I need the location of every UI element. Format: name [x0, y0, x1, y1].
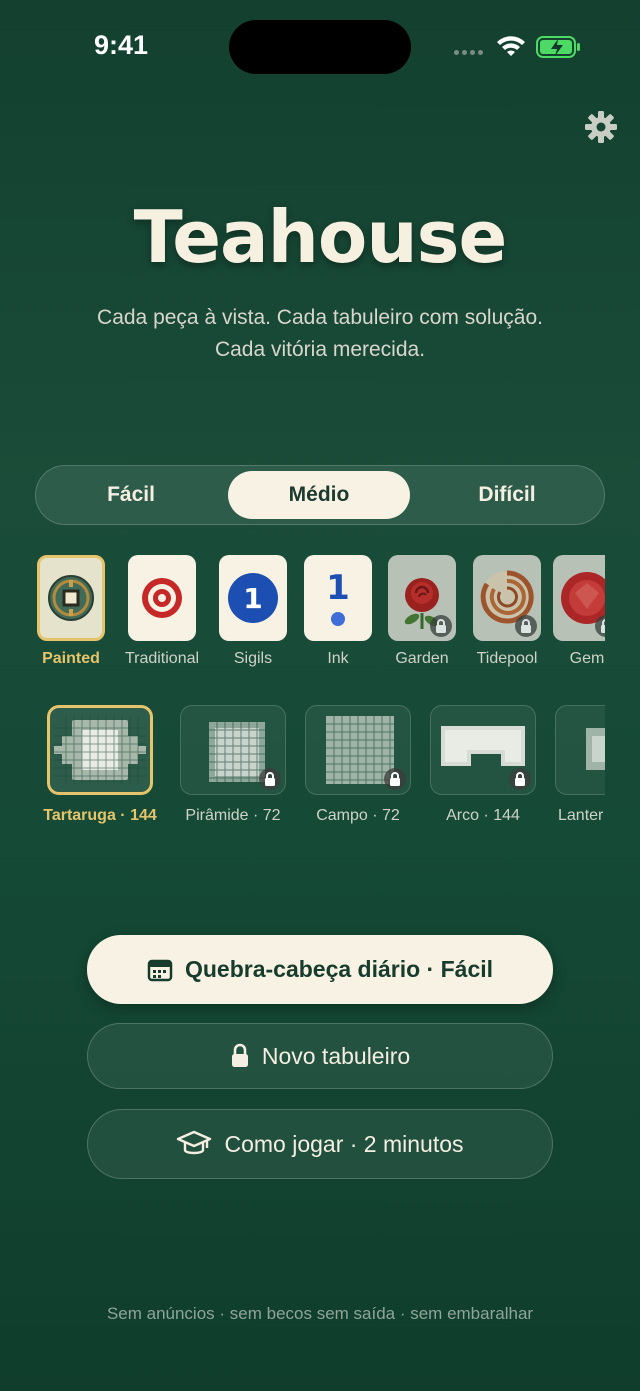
- difficulty-selector: Fácil Médio Difícil: [35, 465, 605, 525]
- theme-sigils-card[interactable]: 1: [219, 555, 287, 641]
- theme-traditional-card[interactable]: [128, 555, 196, 641]
- battery-charging-icon: [536, 36, 580, 58]
- layout-lanterna-card[interactable]: [555, 705, 605, 795]
- theme-tidepool-card[interactable]: [473, 555, 541, 641]
- dynamic-island: [229, 20, 411, 74]
- theme-garden-card[interactable]: [388, 555, 456, 641]
- layout-label: Arco · 144: [446, 807, 520, 824]
- new-board-button[interactable]: Novo tabuleiro: [87, 1023, 553, 1089]
- lock-icon: [259, 768, 281, 790]
- svg-text:1: 1: [243, 582, 262, 615]
- difficulty-hard-tab[interactable]: Difícil: [416, 471, 598, 519]
- theme-label: Tidepool: [476, 650, 538, 667]
- layout-label: Tartaruga · 144: [43, 807, 157, 824]
- ink-one-dot-icon: 1: [326, 568, 350, 626]
- lock-icon: [384, 768, 406, 790]
- difficulty-medium-tab[interactable]: Médio: [228, 471, 410, 519]
- theme-label: Ink: [327, 650, 349, 667]
- theme-label: Traditional: [124, 650, 200, 667]
- settings-gear-icon[interactable]: [584, 110, 618, 144]
- difficulty-easy-tab[interactable]: Fácil: [40, 471, 222, 519]
- tagline-line-2: Cada vitória merecida.: [214, 338, 426, 361]
- layout-label: Campo · 72: [316, 807, 400, 824]
- board-layout-carousel[interactable]: Tartaruga · 144 Pirâmide · 72 Campo · 72…: [0, 703, 605, 833]
- daily-puzzle-label: Quebra-cabeça diário · Fácil: [184, 956, 494, 982]
- svg-text:1: 1: [326, 568, 350, 608]
- tagline-line-1: Cada peça à vista. Cada tabuleiro com so…: [97, 306, 543, 329]
- target-icon: [142, 578, 182, 618]
- blue-circle-one-icon: 1: [228, 573, 278, 623]
- layout-label: Pirâmide · 72: [185, 807, 281, 824]
- layout-campo-card[interactable]: [305, 705, 411, 795]
- app-tagline: Cada peça à vista. Cada tabuleiro com so…: [40, 302, 600, 366]
- layout-arco-card[interactable]: [430, 705, 536, 795]
- status-bar: 9:41: [0, 0, 640, 95]
- theme-ink-card[interactable]: 1: [304, 555, 372, 641]
- layout-piramide-card[interactable]: [180, 705, 286, 795]
- theme-label: Gem: [569, 650, 605, 667]
- layout-tartaruga-card[interactable]: [47, 705, 153, 795]
- lock-icon: [515, 615, 537, 637]
- turtle-layout-preview-icon: [54, 716, 146, 784]
- daily-puzzle-button[interactable]: Quebra-cabeça diário · Fácil: [87, 935, 553, 1004]
- lock-icon: [509, 768, 531, 790]
- theme-label: Garden: [395, 650, 449, 667]
- theme-gem-card[interactable]: [553, 555, 605, 641]
- theme-painted-card[interactable]: [37, 555, 105, 641]
- tile-theme-carousel[interactable]: Painted Traditional 1 Sigils 1 Ink Garde…: [0, 555, 605, 675]
- layout-label: Lanter: [558, 807, 604, 824]
- footer-tagline: Sem anúncios · sem becos sem saída · sem…: [106, 1304, 534, 1323]
- graduation-cap-icon: [177, 1130, 212, 1155]
- lock-icon: [231, 1043, 248, 1067]
- how-to-play-button[interactable]: Como jogar · 2 minutos: [87, 1109, 553, 1179]
- lock-icon: [595, 615, 605, 637]
- new-board-label: Novo tabuleiro: [261, 1042, 411, 1069]
- status-time: 9:41: [94, 30, 149, 60]
- lantern-layout-preview-icon: [586, 728, 605, 770]
- theme-label: Painted: [42, 650, 100, 667]
- how-to-play-label: Como jogar · 2 minutos: [224, 1130, 464, 1157]
- lock-icon: [430, 615, 452, 637]
- wifi-icon: [497, 36, 525, 56]
- cellular-signal-icon: [454, 50, 483, 55]
- theme-label: Sigils: [233, 650, 273, 667]
- bronze-coin-icon: [48, 575, 94, 621]
- app-title: Teahouse: [133, 195, 508, 279]
- calendar-icon: [147, 959, 173, 981]
